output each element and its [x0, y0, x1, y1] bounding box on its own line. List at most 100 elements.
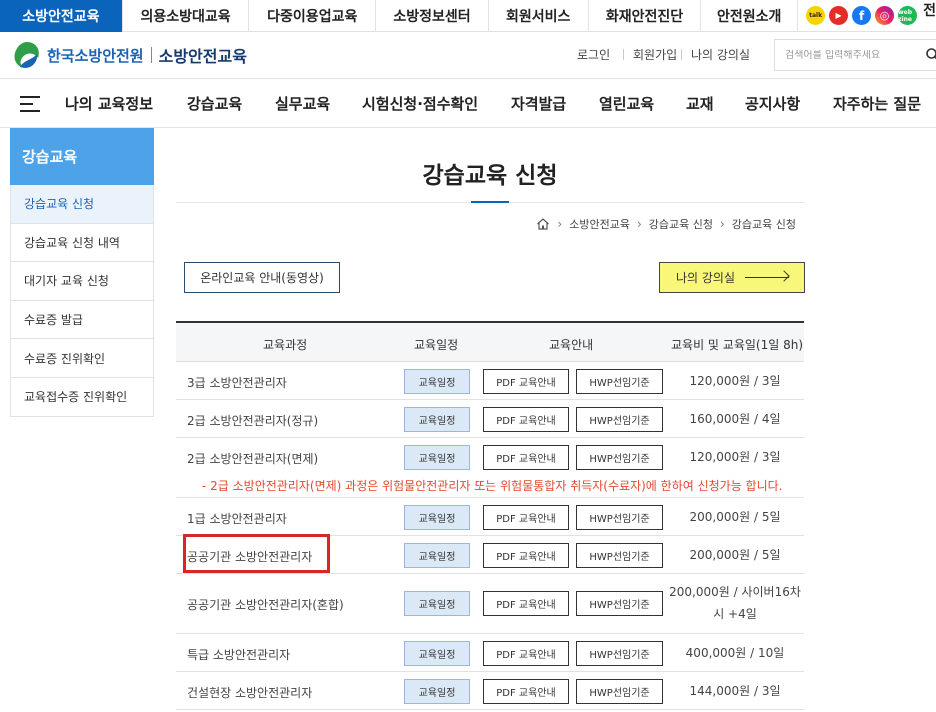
pdf-guide-button[interactable]: PDF 교육안내 [483, 505, 569, 530]
youtube-icon[interactable]: ▶ [829, 6, 849, 25]
course-fee: 144,000원 / 3일 [689, 684, 781, 698]
page-title: 강습교육 신청 [422, 163, 558, 189]
sidebar-item-apply-history[interactable]: 강습교육 신청 내역 [10, 223, 154, 263]
top-tab-about[interactable]: 안전원소개 [701, 0, 799, 32]
schedule-button[interactable]: 교육일정 [404, 369, 470, 394]
instagram-icon[interactable]: ◎ [875, 6, 895, 25]
schedule-button[interactable]: 교육일정 [404, 505, 470, 530]
nav-textbook[interactable]: 교재 [686, 93, 714, 114]
pdf-guide-button[interactable]: PDF 교육안내 [483, 641, 569, 666]
schedule-button[interactable]: 교육일정 [404, 641, 470, 666]
main-nav: 나의 교육정보 강습교육 실무교육 시험신청·점수확인 자격발급 열린교육 교재… [0, 80, 936, 128]
course-name: 공공기관 소방안전관리자 [187, 550, 313, 564]
facebook-icon[interactable]: f [852, 6, 872, 25]
table-row: 공공기관 소방안전관리자 교육일정 PDF 교육안내 HWP선임기준 200,0… [176, 536, 804, 574]
schedule-button[interactable]: 교육일정 [404, 407, 470, 432]
webzine-icon[interactable]: web zine [898, 6, 918, 25]
nav-notice[interactable]: 공지사항 [745, 93, 800, 114]
pdf-guide-button[interactable]: PDF 교육안내 [483, 679, 569, 704]
table-row: 1급 소방안전관리자 교육일정 PDF 교육안내 HWP선임기준 200,000… [176, 498, 804, 536]
sidebar-item-certificate[interactable]: 수료증 발급 [10, 300, 154, 340]
table-row: 건설현장 소방안전관리자 교육일정 PDF 교육안내 HWP선임기준 144,0… [176, 672, 804, 710]
schedule-button[interactable]: 교육일정 [404, 679, 470, 704]
schedule-button[interactable]: 교육일정 [404, 543, 470, 568]
exemption-notice-text: - 2급 소방안전관리자(면제) 과정은 위험물안전관리자 또는 위험물통합자 … [202, 479, 783, 493]
search-box [774, 39, 936, 71]
search-input[interactable] [785, 49, 915, 61]
column-header-fee: 교육비 및 교육일(1일 8h) [671, 338, 804, 352]
hamburger-menu-icon[interactable] [20, 96, 40, 112]
breadcrumb: › 소방안전교육 › 강습교육 신청 › 강습교육 신청 [536, 216, 796, 232]
service-name: 소방안전교육 [158, 47, 247, 66]
my-lecture-button[interactable]: 나의 강의실 [659, 262, 805, 293]
pdf-guide-button[interactable]: PDF 교육안내 [483, 369, 569, 394]
sidebar-item-apply[interactable]: 강습교육 신청 [10, 185, 154, 224]
course-fee: 120,000원 / 3일 [689, 450, 781, 464]
top-tab-fire-diagnosis[interactable]: 화재안전진단 [589, 0, 702, 32]
nav-certificate[interactable]: 자격발급 [511, 93, 566, 114]
course-fee: 160,000원 / 4일 [689, 412, 781, 426]
hwp-criteria-button[interactable]: HWP선임기준 [576, 407, 663, 432]
nav-faq[interactable]: 자주하는 질문 [833, 93, 921, 114]
pdf-guide-button[interactable]: PDF 교육안내 [483, 543, 569, 568]
course-fee: 200,000원 / 5일 [689, 510, 781, 524]
nav-my-edu-info[interactable]: 나의 교육정보 [65, 93, 153, 114]
nav-open-edu[interactable]: 열린교육 [599, 93, 654, 114]
hwp-criteria-button[interactable]: HWP선임기준 [576, 445, 663, 470]
breadcrumb-item[interactable]: 강습교육 신청 [649, 216, 713, 232]
table-row: 2급 소방안전관리자(정규) 교육일정 PDF 교육안내 HWP선임기준 160… [176, 400, 804, 438]
pdf-guide-button[interactable]: PDF 교육안내 [483, 591, 569, 616]
hwp-criteria-button[interactable]: HWP선임기준 [576, 591, 663, 616]
schedule-button[interactable]: 교육일정 [404, 445, 470, 470]
logo-mark-icon [14, 42, 39, 68]
top-tab-multiuse-edu[interactable]: 다중이용업교육 [249, 0, 377, 32]
search-icon[interactable] [925, 47, 936, 63]
breadcrumb-item[interactable]: 강습교육 신청 [732, 216, 796, 232]
top-tab-bar: 소방안전교육 의용소방대교육 다중이용업교육 소방정보센터 회원서비스 화재안전… [0, 0, 936, 32]
hwp-criteria-button[interactable]: HWP선임기준 [576, 641, 663, 666]
table-row: 공공기관 소방안전관리자(혼합) 교육일정 PDF 교육안내 HWP선임기준 2… [176, 574, 804, 634]
nav-exam-score[interactable]: 시험신청·점수확인 [362, 93, 478, 114]
exemption-notice: - 2급 소방안전관리자(면제) 과정은 위험물안전관리자 또는 위험물통합자 … [176, 472, 804, 498]
hwp-criteria-button[interactable]: HWP선임기준 [576, 369, 663, 394]
sidebar-item-cert-verify[interactable]: 수료증 진위확인 [10, 339, 154, 378]
sidebar-item-receipt-verify[interactable]: 교육접수증 진위확인 [10, 377, 154, 417]
logo-divider [150, 47, 152, 63]
column-header-schedule: 교육일정 [414, 338, 459, 352]
breadcrumb-chevron-icon: › [557, 217, 563, 231]
column-header-course: 교육과정 [263, 338, 308, 352]
top-tab-cut-label[interactable]: 전 [917, 0, 936, 31]
course-fee: 400,000원 / 10일 [685, 646, 785, 660]
nav-practical-edu[interactable]: 실무교육 [275, 93, 330, 114]
login-link[interactable]: 로그인 [577, 46, 610, 63]
home-icon[interactable] [536, 217, 550, 231]
social-links: talk ▶ f ◎ web zine [798, 0, 918, 31]
hwp-criteria-button[interactable]: HWP선임기준 [576, 505, 663, 530]
top-tab-member-service[interactable]: 회원서비스 [489, 0, 589, 32]
top-tab-fire-info-center[interactable]: 소방정보센터 [376, 0, 489, 32]
join-link[interactable]: 회원가입 [633, 46, 677, 63]
online-edu-guide-button[interactable]: 온라인교육 안내(동영상) [184, 262, 340, 293]
course-fee: 200,000원 / 사이버16차시 +4일 [669, 585, 801, 621]
breadcrumb-item[interactable]: 소방안전교육 [569, 216, 630, 232]
util-divider [681, 49, 682, 60]
table-row: 3급 소방안전관리자 교육일정 PDF 교육안내 HWP선임기준 120,000… [176, 362, 804, 400]
my-lecture-link[interactable]: 나의 강의실 [691, 46, 750, 63]
sidebar-item-waitlist[interactable]: 대기자 교육 신청 [10, 262, 154, 301]
site-logo[interactable]: 한국소방안전원 소방안전교육 [12, 40, 247, 70]
course-fee: 200,000원 / 5일 [689, 548, 781, 562]
course-table: 교육과정 교육일정 교육안내 교육비 및 교육일(1일 8h) 3급 소방안전관… [176, 321, 804, 710]
course-name: 특급 소방안전관리자 [187, 648, 291, 662]
pdf-guide-button[interactable]: PDF 교육안내 [483, 407, 569, 432]
course-fee: 120,000원 / 3일 [689, 374, 781, 388]
top-tab-volunteer-fire-edu[interactable]: 의용소방대교육 [123, 0, 250, 32]
site-header: 한국소방안전원 소방안전교육 로그인 회원가입 나의 강의실 [0, 33, 936, 79]
nav-training-edu[interactable]: 강습교육 [187, 93, 242, 114]
top-tab-fire-safety-edu[interactable]: 소방안전교육 [0, 0, 123, 32]
schedule-button[interactable]: 교육일정 [404, 591, 470, 616]
sidebar-title: 강습교육 [10, 128, 154, 185]
hwp-criteria-button[interactable]: HWP선임기준 [576, 679, 663, 704]
pdf-guide-button[interactable]: PDF 교육안내 [483, 445, 569, 470]
hwp-criteria-button[interactable]: HWP선임기준 [576, 543, 663, 568]
kakao-icon[interactable]: talk [806, 6, 826, 25]
